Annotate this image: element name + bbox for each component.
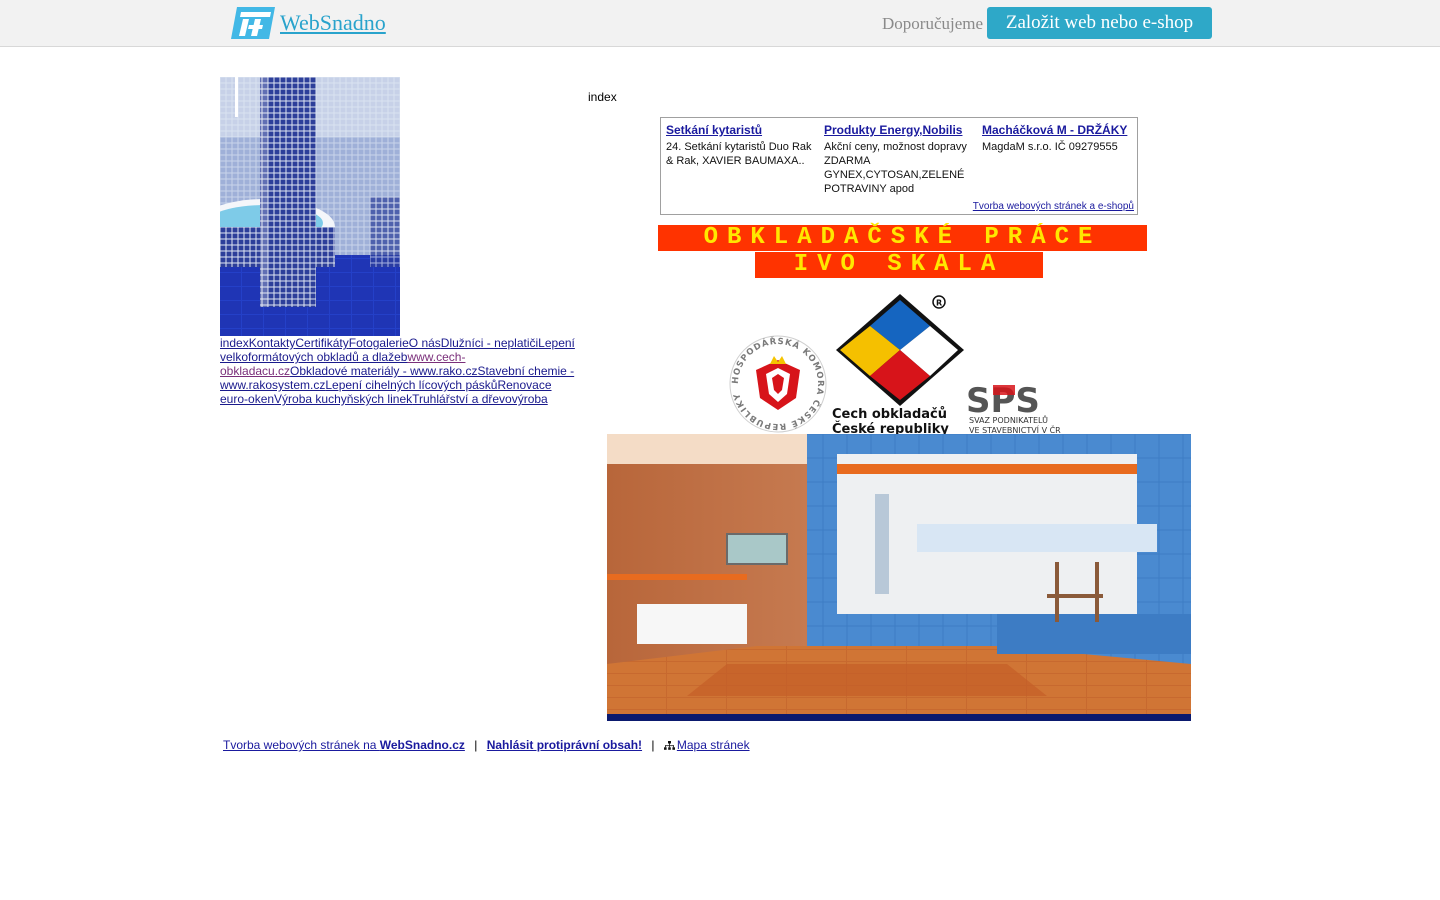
sps-line1: SVAZ PODNIKATELŮ	[969, 414, 1048, 425]
ad-item: Produkty Energy,Nobilis Akční ceny, možn…	[824, 123, 974, 196]
create-web-button[interactable]: Založit web nebo e-shop	[987, 7, 1212, 39]
brand-link[interactable]: WebSnadno	[280, 10, 386, 36]
chamber-of-commerce-logo: HOSPODÁŘSKÁ KOMORA ČESKÉ REPUBLIKY	[729, 335, 827, 433]
ad-text: Akční ceny, možnost dopravy ZDARMA GYNEX…	[824, 141, 967, 195]
nav-link-dluznici[interactable]: Dlužníci - neplatiči	[441, 336, 538, 350]
guild-line1: Cech obkladačů	[832, 407, 947, 422]
nav-link-o-nas[interactable]: O nás	[409, 336, 441, 350]
certification-logos: HOSPODÁŘSKÁ KOMORA ČESKÉ REPUBLIKY R Cec…	[726, 290, 1072, 434]
ad-item: Setkání kytaristů 24. Setkání kytaristů …	[666, 123, 816, 168]
nav-link-certifikaty[interactable]: Certifikáty	[295, 336, 348, 350]
ad-title-link[interactable]: Produkty Energy,Nobilis	[824, 123, 974, 137]
ad-text: MagdaM s.r.o. IČ 09279555	[982, 141, 1118, 153]
report-content-link[interactable]: Nahlásit protiprávní obsah!	[487, 738, 642, 752]
nav-link-truhlarstvi[interactable]: Truhlářství a dřevovýroba	[412, 392, 548, 406]
footer-separator: |	[651, 738, 655, 752]
websnadno-logo-icon[interactable]	[229, 7, 275, 39]
banner-title-line1: OBKLADAČSKÉ PRÁCE	[658, 225, 1147, 251]
top-bar: WebSnadno Doporučujeme Založit web nebo …	[0, 0, 1440, 47]
ad-item: Macháčková M - DRŽÁKY MagdaM s.r.o. IČ 0…	[982, 123, 1132, 154]
ad-title-link[interactable]: Setkání kytaristů	[666, 123, 816, 137]
builder-link[interactable]: Tvorba webových stránek na WebSnadno.cz	[223, 738, 465, 752]
page-title: index	[588, 90, 617, 104]
bathroom-photo	[220, 77, 400, 336]
nav-link-lepeni-cihelnych[interactable]: Lepení cihelných lícových pásků	[325, 378, 497, 392]
tilers-guild-logo: R Cech obkladačů České republiky	[832, 294, 964, 434]
nav-link-vyroba-kuchyni[interactable]: Výroba kuchyňských linek	[274, 392, 412, 406]
ad-text: 24. Setkání kytaristů Duo Rak & Rak, XAV…	[666, 141, 812, 167]
showroom-photo	[607, 434, 1191, 721]
ads-footer-link[interactable]: Tvorba webových stránek a e-shopů	[973, 201, 1134, 212]
ad-title-link[interactable]: Macháčková M - DRŽÁKY	[982, 123, 1132, 137]
ad-box: Setkání kytaristů 24. Setkání kytaristů …	[660, 117, 1138, 215]
nav-link-obkladove-materialy[interactable]: Obkladové materiály - www.rako.cz	[290, 364, 477, 378]
recommend-label: Doporučujeme	[882, 14, 984, 33]
nav-link-index[interactable]: index	[220, 336, 249, 350]
side-navigation: indexKontaktyCertifikátyFotogalerieO nás…	[220, 336, 580, 406]
sitemap-link[interactable]: Mapa stránek	[663, 738, 750, 752]
sitemap-icon	[663, 741, 675, 750]
nav-link-fotogalerie[interactable]: Fotogalerie	[349, 336, 409, 350]
svg-text:R: R	[936, 299, 942, 308]
banner-title-line2: IVO SKALA	[755, 252, 1043, 278]
guild-line2: České republiky	[832, 421, 949, 434]
sps-line2: VE STAVEBNICTVÍ V ČR	[969, 424, 1061, 434]
footer-separator: |	[474, 738, 478, 752]
page-footer: Tvorba webových stránek na WebSnadno.cz …	[223, 738, 750, 752]
nav-link-kontakty[interactable]: Kontakty	[249, 336, 296, 350]
sps-logo: SPS SVAZ PODNIKATELŮ VE STAVEBNICTVÍ V Č…	[966, 381, 1061, 434]
